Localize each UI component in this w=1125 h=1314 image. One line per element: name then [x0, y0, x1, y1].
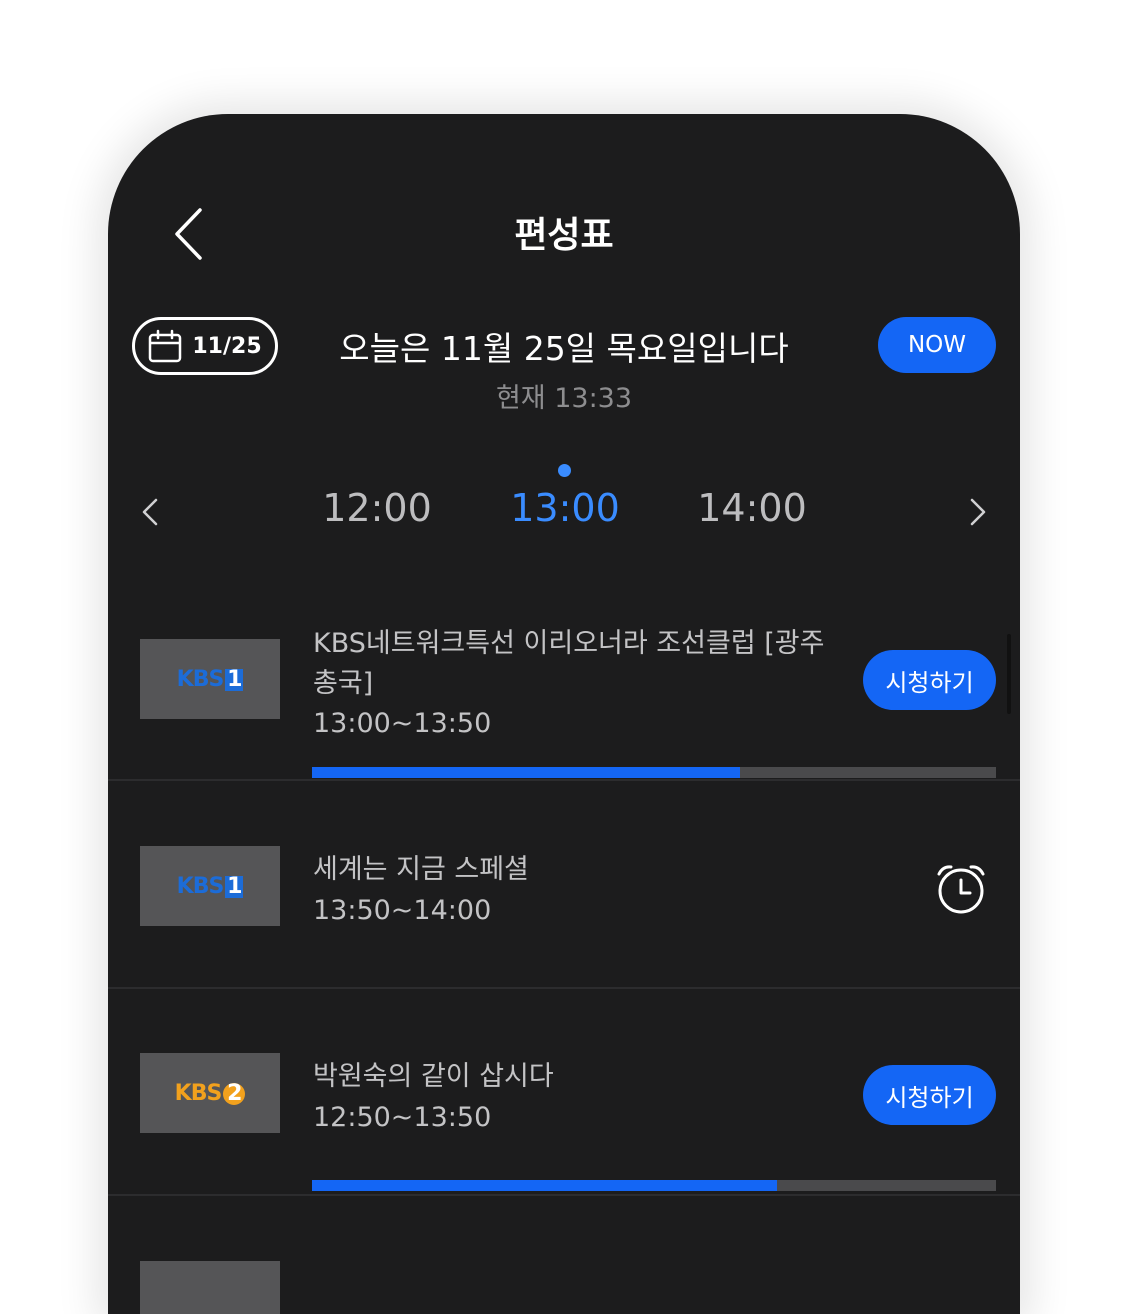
- current-time-text: 현재 13:33: [495, 383, 633, 414]
- watch-button[interactable]: 시청하기: [863, 650, 996, 710]
- kbs1-logo-icon: KBS 1: [176, 666, 244, 692]
- program-row: KBS 1 KBS네트워크특선 이리오너라 조선클럽 [광주총국] 13:00~1…: [108, 604, 1020, 781]
- time-slot-1200[interactable]: 12:00: [292, 486, 462, 530]
- alarm-button[interactable]: [930, 857, 992, 919]
- progress-bar: [312, 1180, 996, 1191]
- calendar-icon: [149, 329, 182, 363]
- chevron-left-icon: [142, 498, 158, 526]
- progress-bar: [312, 767, 996, 778]
- progress-fill: [312, 1180, 778, 1191]
- page-title: 편성표: [514, 215, 614, 256]
- time-slot-1400[interactable]: 14:00: [667, 486, 837, 530]
- program-title[interactable]: 박원숙의 같이 삽시다: [313, 1057, 843, 1097]
- date-label: 11/25: [192, 333, 262, 359]
- watch-button[interactable]: 시청하기: [863, 1065, 996, 1125]
- current-slot-indicator: [558, 464, 571, 477]
- channel-logo[interactable]: [140, 1261, 280, 1314]
- kbs2-logo-icon: KBS 2: [175, 1081, 246, 1106]
- kbs1-logo-icon: KBS 1: [176, 873, 244, 899]
- program-time: 13:50~14:00: [313, 895, 492, 926]
- program-row: KBS 1 세계는 지금 스페셜 13:50~14:00: [108, 781, 1020, 989]
- time-slot-1300[interactable]: 13:00: [480, 486, 650, 530]
- timeline-prev-button[interactable]: [130, 492, 170, 532]
- timeline-next-button[interactable]: [958, 492, 998, 532]
- program-time: 12:50~13:50: [313, 1102, 492, 1133]
- channel-logo-kbs1[interactable]: KBS 1: [140, 846, 280, 926]
- program-time: 13:00~13:50: [313, 708, 492, 739]
- progress-fill: [312, 767, 740, 778]
- program-row: KBS 2 박원숙의 같이 삽시다 12:50~13:50 시청하기: [108, 989, 1020, 1196]
- channel-logo-kbs2[interactable]: KBS 2: [140, 1053, 280, 1133]
- date-picker-button[interactable]: 11/25: [132, 317, 278, 375]
- scrollbar[interactable]: [1007, 634, 1011, 714]
- phone-screen: 편성표 11/25 오늘은 11월 25일 목요일입니다 현재 13:33 NO…: [108, 114, 1020, 1314]
- today-text: 오늘은 11월 25일 목요일입니다: [339, 329, 789, 368]
- chevron-right-icon: [970, 498, 986, 526]
- now-button[interactable]: NOW: [878, 317, 996, 373]
- channel-logo-kbs1[interactable]: KBS 1: [140, 639, 280, 719]
- alarm-clock-icon: [937, 865, 985, 914]
- program-title[interactable]: KBS네트워크특선 이리오너라 조선클럽 [광주총국]: [313, 624, 843, 704]
- program-title[interactable]: 세계는 지금 스페셜: [313, 850, 843, 890]
